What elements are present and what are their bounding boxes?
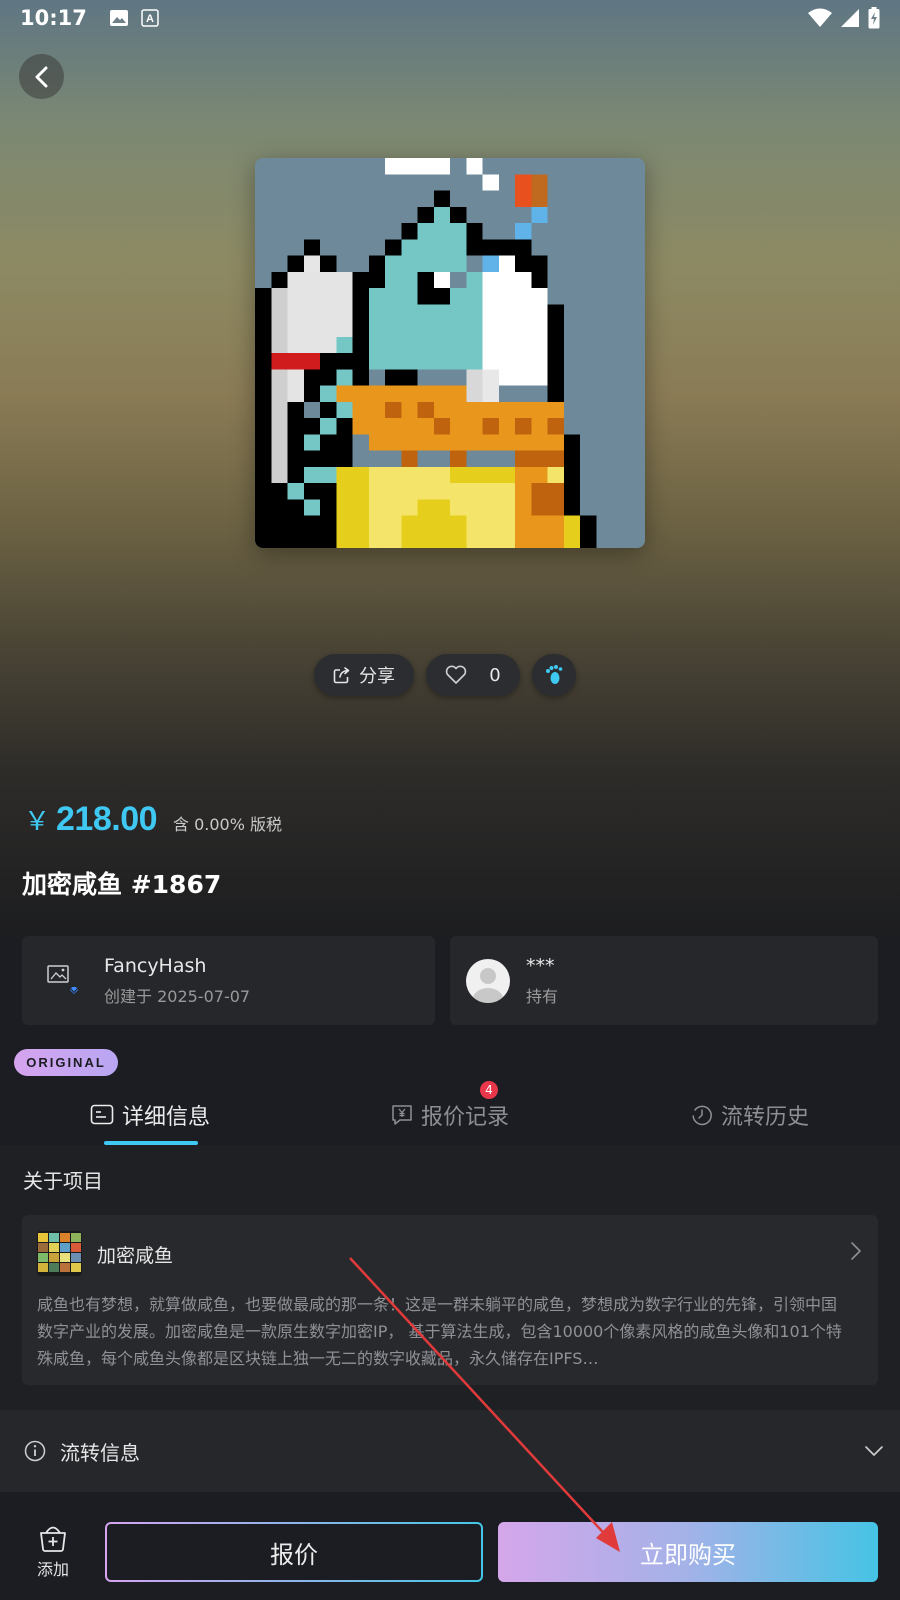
like-count: 0 [489, 664, 501, 686]
currency-symbol: ￥ [24, 806, 51, 836]
share-label: 分享 [359, 666, 395, 687]
chevron-left-icon [35, 66, 47, 87]
pixel-fish-image [255, 158, 645, 548]
project-name: 加密咸鱼 [97, 1245, 174, 1267]
details-icon [90, 1104, 114, 1125]
offer-icon [392, 1105, 412, 1125]
heart-icon [446, 665, 467, 684]
tab-history-label: 流转历史 [720, 1105, 809, 1130]
user-avatar-icon [473, 967, 503, 1003]
offers-count-badge: 4 [480, 1081, 498, 1099]
owner-name: *** [526, 954, 555, 977]
price-row: ￥ 218.00 含 0.00% 版税 [24, 800, 282, 839]
tab-offers[interactable]: 报价记录 4 [300, 1081, 600, 1145]
tab-details[interactable]: 详细信息 [0, 1085, 300, 1145]
project-thumbnail [37, 1231, 82, 1276]
text-notification-icon: A [141, 9, 159, 27]
creator-date: 创建于 2025-07-07 [104, 986, 251, 1006]
project-description: 咸鱼也有梦想，就算做咸鱼，也要做最咸的那一条！这是一群未躺平的咸鱼，梦想成为数字… [37, 1295, 842, 1368]
bottom-action-bar: 添加 报价 立即购买 [0, 1510, 900, 1600]
circulation-info-row[interactable]: 流转信息 [0, 1410, 900, 1492]
chevron-right-icon [850, 1241, 862, 1265]
original-badge: ORIGINAL [14, 1049, 118, 1076]
action-pills: 分享 0 [0, 654, 900, 696]
wifi-icon [808, 8, 832, 27]
buy-now-button[interactable]: 立即购买 [498, 1522, 878, 1582]
make-offer-button[interactable]: 报价 [105, 1522, 483, 1582]
footprint-button[interactable] [532, 654, 576, 696]
creator-logo [42, 958, 88, 1004]
history-clock-icon [692, 1105, 712, 1126]
add-button[interactable]: 添加 [30, 1524, 76, 1580]
share-button[interactable]: 分享 [314, 654, 414, 696]
tab-offers-label: 报价记录 [420, 1105, 509, 1130]
about-section-title: 关于项目 [23, 1169, 103, 1193]
status-time: 10:17 [20, 6, 87, 30]
detail-tabs: 详细信息 报价记录 4 流转历史 [0, 1081, 900, 1145]
like-button[interactable]: 0 [426, 654, 520, 696]
tab-details-label: 详细信息 [121, 1105, 210, 1130]
project-collage-image [37, 1231, 82, 1276]
signal-icon [841, 9, 859, 27]
add-basket-icon [40, 1526, 66, 1552]
status-bar: 10:17 A [0, 0, 900, 36]
tab-history[interactable]: 流转历史 [600, 1085, 900, 1145]
nft-artwork [255, 158, 645, 548]
project-card[interactable]: 加密咸鱼 咸鱼也有梦想，就算做咸鱼，也要做最咸的那一条！这是一群未躺平的咸鱼，梦… [22, 1215, 878, 1385]
owner-avatar [466, 958, 510, 1003]
circulation-label: 流转信息 [60, 1440, 140, 1465]
royalty-note: 含 0.00% 版税 [173, 815, 283, 834]
item-title: 加密咸鱼 #1867 [22, 870, 222, 899]
creator-card[interactable]: FancyHash 创建于 2025-07-07 [22, 936, 435, 1025]
battery-icon [868, 7, 880, 29]
image-notification-icon [109, 10, 128, 26]
price-value: 218.00 [56, 800, 158, 838]
info-icon [24, 1440, 46, 1462]
svg-text:A: A [146, 13, 154, 25]
owner-status: 持有 [526, 986, 559, 1006]
collection-image-icon [47, 964, 78, 994]
creator-name: FancyHash [104, 954, 207, 977]
share-icon [333, 667, 350, 684]
owner-card[interactable]: *** 持有 [450, 936, 878, 1025]
back-button[interactable] [19, 54, 64, 99]
chevron-down-icon [865, 1446, 883, 1456]
footprint-icon [546, 665, 563, 684]
add-label: 添加 [36, 1560, 69, 1579]
